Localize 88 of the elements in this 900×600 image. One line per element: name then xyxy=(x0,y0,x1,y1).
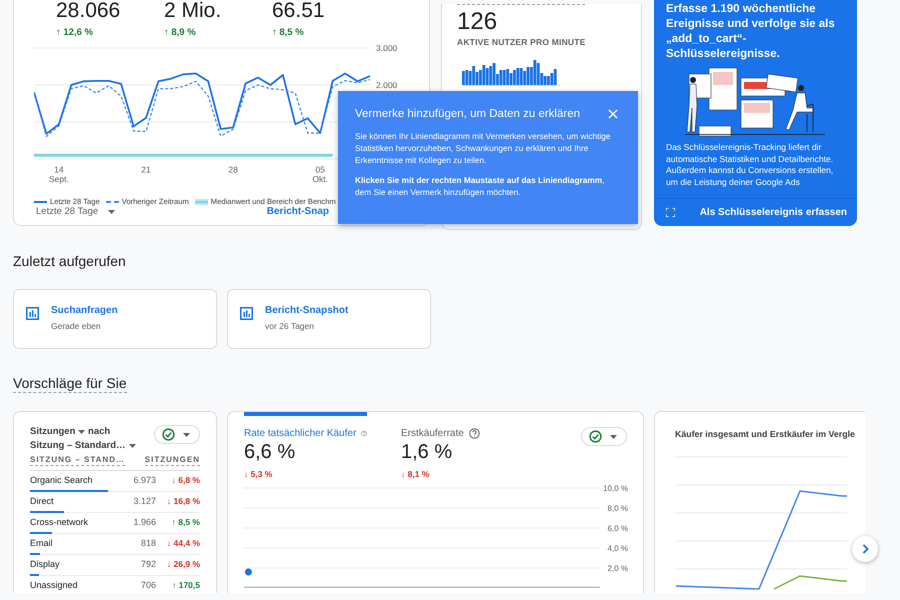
metric-label: Rate tatsächlicher Käufer xyxy=(244,428,356,439)
table-cell-text: 818 xyxy=(140,538,156,549)
table-cell-text: 6.973 xyxy=(132,475,156,486)
change-value: ↑ 8,9 % xyxy=(164,27,196,38)
caret-icon xyxy=(108,210,116,214)
table-cell-text: Organic Search xyxy=(30,475,94,486)
dimension-dropdown[interactable]: Sitzung – Standard… xyxy=(30,439,136,453)
change-value: ↓ 16,8 % xyxy=(166,496,200,507)
y-axis-label: 2,0 % xyxy=(608,564,628,573)
tooltip-title: Vermerke hinzufügen, um Daten zu erklären xyxy=(355,108,580,120)
expand-icon[interactable] xyxy=(666,208,675,217)
change-value: ↓ 6,8 % xyxy=(172,475,200,486)
metric-value: 6,6 % xyxy=(244,440,296,464)
tooltip-text: Sie können Ihr Liniendiagramm mit Vermerken versehen, um wichtige Statistiken hervorzuheben, Schwankungen zu erklären und Ihre Erkenntnisse mit Kollegen zu teilen. xyxy=(355,130,612,166)
table-cell-text: 3.127 xyxy=(132,496,156,507)
x-axis-label: 21 xyxy=(141,164,151,174)
metric-tab[interactable]: Erstkäuferrate 1,6 % ↓ 8,1 % xyxy=(401,412,524,482)
change-value: ↓ 8,1 % xyxy=(401,469,430,479)
band-line-icon xyxy=(194,198,208,204)
y-axis-label: 3.000 xyxy=(376,44,398,53)
table-cell-text: Unassigned xyxy=(30,580,79,591)
y-axis-label: 6,0 % xyxy=(608,524,628,533)
y-axis-label: 8,0 % xyxy=(608,504,628,513)
change-value: ↓ 5,3 % xyxy=(244,469,272,479)
change-value: ↑ 8,5 % xyxy=(272,27,304,38)
metric-tab[interactable]: Rate tatsächlicher Käufer 6,6 % ↓ 5,3 % xyxy=(244,412,367,482)
date-range-dropdown[interactable]: Letzte 28 Tage xyxy=(34,206,118,217)
check-circle-icon xyxy=(589,430,602,443)
rate-data-point xyxy=(244,568,252,576)
caret-icon xyxy=(183,432,190,436)
table-cell-text: 792 xyxy=(140,559,156,570)
help-icon xyxy=(468,428,480,439)
change-value: ↓ 26,9 % xyxy=(166,559,200,570)
caret-icon xyxy=(610,434,617,438)
recent-item-title: Suchanfragen xyxy=(51,305,118,316)
metric-label: Erstkäuferrate xyxy=(401,428,464,439)
realtime-label: AKTIVE NUTZER PRO MINUTE xyxy=(457,37,587,47)
metric-value: 66.51 xyxy=(272,0,326,22)
x-axis-label: 28 xyxy=(228,164,238,174)
table-cell-text: Direct xyxy=(30,496,55,507)
close-icon xyxy=(608,109,618,119)
bar-chart-icon xyxy=(240,307,253,320)
change-value: ↓ 44,4 % xyxy=(166,538,200,549)
metric-value: 1,6 % xyxy=(401,440,454,464)
check-circle-icon xyxy=(162,428,175,441)
table-cell-text: 706 xyxy=(140,580,156,591)
realtime-value: 126 xyxy=(457,9,498,35)
recent-item-time: Gerade eben xyxy=(51,321,102,331)
promo-headline: Erfasse 1.190 wöchentliche Ereignisse und verfolge sie als „add_to_cart“-Schlüsselereignisse. xyxy=(665,2,836,62)
metric-value: 28.066 xyxy=(56,0,122,22)
close-button[interactable] xyxy=(606,107,620,121)
check-dropdown-button[interactable] xyxy=(154,425,200,444)
table-cell-text: Display xyxy=(30,559,61,570)
recent-item-card[interactable]: Bericht-Snapshot vor 26 Tagen xyxy=(227,289,431,349)
recent-item-card[interactable]: Suchanfragen Gerade eben xyxy=(13,289,217,349)
chart-title: Käufer insgesamt und Erstkäufer im Vergle xyxy=(675,429,856,439)
table-cell-text: 1.966 xyxy=(132,517,156,528)
tooltip-hint: Klicken Sie mit der rechten Maustaste auf das Liniendiagramm, dem Sie einen Vermerk hinzufügen möchten. xyxy=(355,174,606,198)
table-cell-text: Cross-network xyxy=(30,517,90,528)
y-axis-label: 10,0 % xyxy=(603,484,628,493)
report-snapshot-link[interactable]: Bericht-Snap xyxy=(266,206,329,217)
x-axis-label: 05 Okt. xyxy=(312,164,328,184)
title-text: nach xyxy=(88,426,110,437)
help-icon xyxy=(361,428,367,439)
section-heading: Vorschläge für Sie xyxy=(13,374,127,393)
bar-chart-icon xyxy=(26,307,39,320)
recent-item-title: Bericht-Snapshot xyxy=(265,305,348,316)
caret-icon xyxy=(78,430,86,434)
change-value: ↑ 8,5 % xyxy=(172,517,200,528)
recent-item-time: vor 26 Tagen xyxy=(265,321,315,331)
next-button[interactable] xyxy=(852,536,878,562)
column-header: SITZUNG – STAND… xyxy=(30,455,125,466)
dashed-line-icon xyxy=(106,198,119,204)
chevron-right-icon xyxy=(862,544,868,554)
section-heading: Zuletzt aufgerufen xyxy=(13,252,126,271)
table-cell-text: Email xyxy=(30,538,54,549)
column-header: SITZUNGEN xyxy=(144,455,200,466)
check-dropdown-button[interactable] xyxy=(581,427,627,446)
promo-text: Das Schlüsselereignis-Tracking liefert dir automatische Statistiken und Detailberichte. Außerdem kannst du Conversions erstellen, um die Leistung deiner Google Ads xyxy=(665,141,834,188)
change-value: ↑ 170,5 xyxy=(172,580,200,591)
y-axis-label: 4,0 % xyxy=(608,544,628,553)
change-value: ↑ 12,6 % xyxy=(56,27,93,38)
y-axis-label: 2.000 xyxy=(376,80,398,90)
x-axis-label: 14 Sept. xyxy=(48,164,69,184)
metric-dropdown[interactable]: Sitzungen xyxy=(30,425,86,439)
capture-key-event-button[interactable]: Als Schlüsselereignis erfassen xyxy=(700,207,847,218)
metric-value: 2 Mio. xyxy=(164,0,222,22)
caret-icon xyxy=(128,444,136,448)
